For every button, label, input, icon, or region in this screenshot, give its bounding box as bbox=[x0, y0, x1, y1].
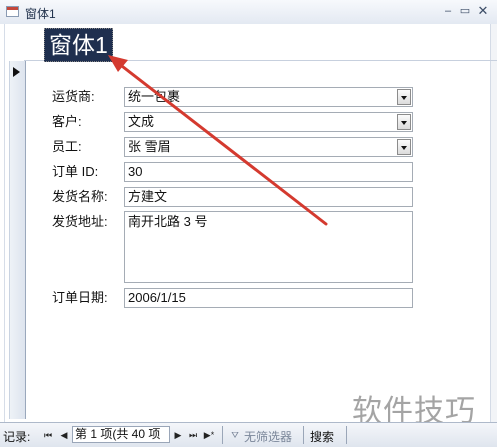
first-record-icon[interactable]: ⏮ bbox=[42, 429, 54, 441]
filter-icon[interactable]: ⛛ bbox=[229, 429, 241, 441]
record-navigation-bar: 记录: ⏮ ◀ 第 1 项(共 40 项 ▶ ⏭ ▶* ⛛ 无筛选器 搜索 bbox=[0, 422, 497, 447]
filter-button[interactable]: 无筛选器 bbox=[244, 428, 292, 445]
new-record-icon[interactable]: ▶* bbox=[203, 429, 215, 441]
record-label: 记录: bbox=[3, 430, 31, 444]
record-position-field[interactable]: 第 1 项(共 40 项 bbox=[72, 426, 170, 443]
previous-record-icon[interactable]: ◀ bbox=[58, 429, 70, 441]
nav-divider bbox=[303, 426, 304, 444]
nav-divider bbox=[222, 426, 223, 444]
last-record-icon[interactable]: ⏭ bbox=[187, 429, 199, 441]
next-record-icon[interactable]: ▶ bbox=[172, 429, 184, 441]
annotation-arrow bbox=[108, 55, 328, 226]
nav-divider bbox=[346, 426, 347, 444]
search-box[interactable]: 搜索 bbox=[310, 428, 334, 445]
